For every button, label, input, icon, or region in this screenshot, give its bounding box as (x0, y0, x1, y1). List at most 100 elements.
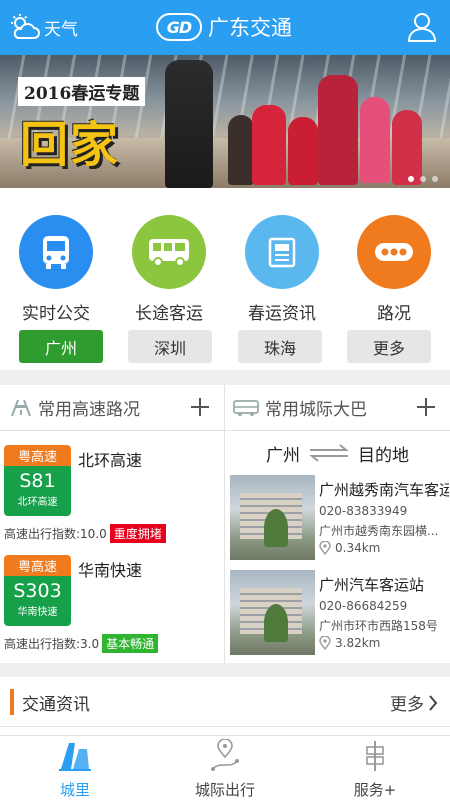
tab-label: 城里 (59, 781, 90, 799)
tab-intercity[interactable]: 城际出行 (150, 736, 300, 800)
highway-card[interactable]: 粤高速 S81 北环高速 北环高速 高速出行指数:10.0 重度拥堵 (0, 445, 224, 555)
banner-person (228, 115, 254, 185)
location-pin-icon (319, 541, 331, 555)
highway-index-label: 高速出行指数:3.0 (4, 637, 100, 651)
highway-header: 常用高速路况 (0, 385, 224, 431)
station-distance: 3.82km (319, 636, 380, 650)
highway-badge: 粤高速 S81 北环高速 (4, 445, 71, 516)
highway-sub: 华南快速 (17, 607, 58, 618)
banner-person (252, 105, 286, 185)
coach-small-icon (233, 399, 259, 416)
quick-link-traffic[interactable]: 路况 (344, 215, 444, 324)
banner-headline: 回家 (20, 117, 121, 173)
highway-name: 北环高速 (78, 451, 143, 470)
banner-person (392, 110, 422, 185)
add-highway-icon[interactable] (188, 395, 212, 419)
station-photo (230, 475, 315, 560)
tab-services[interactable]: 服务+ (300, 736, 450, 800)
route-to: 目的地 (358, 445, 409, 466)
highway-sub: 北环高速 (17, 497, 58, 508)
station-address: 广州市环市西路158号 (319, 619, 438, 633)
location-pin-icon (319, 636, 331, 650)
news-icon (245, 215, 319, 289)
add-intercity-icon[interactable] (414, 395, 438, 419)
city-tab-more[interactable]: 更多 (347, 330, 431, 363)
chevron-right-icon (429, 694, 438, 711)
banner-dot[interactable] (408, 176, 414, 182)
city-tab-zhuhai[interactable]: 珠海 (238, 330, 322, 363)
app-logo: GD (156, 13, 202, 41)
intercity-header: 常用城际大巴 (225, 385, 450, 431)
highway-name: 华南快速 (78, 561, 143, 580)
weather-button[interactable]: 天气 (10, 12, 78, 42)
highway-badge: 粤高速 S303 华南快速 (4, 555, 71, 626)
app-title: 广东交通 (208, 16, 292, 40)
quick-link-label: 实时公交 (22, 304, 90, 324)
banner-tag: 2016春运专题 (18, 77, 146, 106)
highway-index-label: 高速出行指数:10.0 (4, 527, 107, 541)
weather-label: 天气 (44, 19, 78, 40)
app-brand: GD 广东交通 (156, 10, 292, 44)
city-tab-shenzhen[interactable]: 深圳 (128, 330, 212, 363)
station-photo (230, 570, 315, 655)
cloud-sun-icon (11, 14, 40, 39)
city-tab-guangzhou[interactable]: 广州 (19, 330, 103, 363)
banner-person (318, 75, 358, 185)
status-badge: 基本畅通 (102, 634, 159, 653)
route-from: 广州 (266, 445, 300, 466)
city-icon (59, 743, 91, 771)
banner-person (360, 97, 390, 183)
news-title: 交通资讯 (22, 695, 90, 715)
quick-link-spring-news[interactable]: 春运资讯 (232, 215, 332, 324)
station-card[interactable]: 广州汽车客运站 020-86684259 广州市环市西路158号 3.82km (228, 570, 450, 656)
highway-index: 高速出行指数:10.0 重度拥堵 (4, 524, 166, 543)
promo-banner[interactable]: 2016春运专题 回家 (0, 55, 450, 188)
highway-card[interactable]: 粤高速 S303 华南快速 华南快速 高速出行指数:3.0 基本畅通 (0, 555, 224, 665)
quick-link-coach[interactable]: 长途客运 (119, 215, 219, 324)
highway-province: 粤高速 (4, 555, 71, 576)
quick-link-realtime-bus[interactable]: 实时公交 (6, 215, 106, 324)
section-gap (0, 663, 450, 677)
banner-person (288, 117, 318, 185)
swap-arrows-icon[interactable] (308, 444, 350, 462)
coach-icon (132, 215, 206, 289)
news-more-label: 更多 (390, 695, 424, 715)
tab-label: 城际出行 (194, 781, 255, 799)
station-distance-value: 3.82km (335, 636, 381, 650)
quick-link-label: 路况 (377, 304, 411, 324)
station-phone[interactable]: 020-86684259 (319, 599, 407, 613)
news-more-link[interactable]: 更多 (390, 690, 438, 715)
station-distance: 0.34km (319, 541, 380, 555)
highway-code: S81 (19, 470, 56, 492)
section-gap (0, 370, 450, 385)
route-selector[interactable]: 广州 目的地 (225, 440, 450, 466)
quick-links: 实时公交 长途客运 春运资讯 路况 广州 深圳 珠海 更多 (0, 188, 450, 370)
news-section: 交通资讯 更多 (0, 677, 450, 727)
highway-index: 高速出行指数:3.0 基本畅通 (4, 634, 159, 653)
app-header: 天气 GD 广东交通 (0, 0, 450, 55)
banner-dot[interactable] (432, 176, 438, 182)
road-icon (11, 399, 31, 416)
highway-province: 粤高速 (4, 445, 71, 466)
route-pin-icon (211, 738, 239, 771)
highway-code: S303 (13, 580, 62, 602)
highway-title: 常用高速路况 (38, 400, 140, 420)
station-name: 广州越秀南汽车客运... (319, 481, 449, 499)
bottom-tab-bar: 城里 城际出行 服务+ (0, 735, 450, 800)
tab-city[interactable]: 城里 (0, 736, 150, 800)
status-badge: 重度拥堵 (109, 524, 166, 543)
station-address: 广州市越秀南东园横... (319, 524, 439, 538)
quick-link-label: 长途客运 (135, 304, 203, 324)
quick-link-label: 春运资讯 (248, 304, 316, 324)
tab-label: 服务+ (353, 781, 397, 799)
station-distance-value: 0.34km (335, 541, 381, 555)
ellipsis-icon (357, 215, 431, 289)
station-card[interactable]: 广州越秀南汽车客运... 020-83833949 广州市越秀南东园横... 0… (228, 475, 450, 561)
banner-person (165, 60, 213, 188)
station-phone[interactable]: 020-83833949 (319, 504, 407, 518)
user-icon[interactable] (406, 11, 438, 43)
banner-dot[interactable] (420, 176, 426, 182)
bus-stop-icon (19, 215, 93, 289)
news-accent-bar (10, 689, 14, 715)
banner-pagination (408, 176, 438, 182)
